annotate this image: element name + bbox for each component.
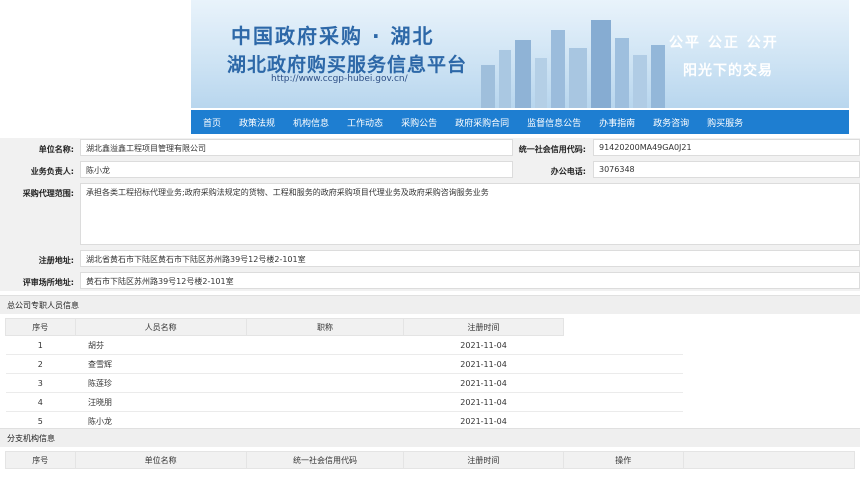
- banner-slogan-line1: 公平 公正 公开: [669, 35, 779, 51]
- branches-table: 序号 单位名称 统一社会信用代码 注册时间 操作: [5, 451, 856, 469]
- table-row: 2 查雪辉 2021-11-04: [5, 354, 683, 374]
- row-no: 3: [5, 373, 76, 393]
- col-header-no: 序号: [5, 451, 76, 469]
- nav-item-policy[interactable]: 政策法规: [230, 116, 284, 129]
- row-date: 2021-11-04: [403, 354, 564, 374]
- row-date: 2021-11-04: [403, 335, 564, 355]
- col-header-date: 注册时间: [403, 318, 564, 336]
- staff-section-header: 总公司专职人员信息: [0, 295, 860, 314]
- venue-field: 黄石市下陆区苏州路39号12号楼2-101室: [80, 272, 860, 289]
- row-date: 2021-11-04: [403, 392, 564, 412]
- nav-item-contracts[interactable]: 政府采购合同: [446, 116, 518, 129]
- venue-label: 评审场所地址:: [22, 278, 74, 287]
- nav-item-guide[interactable]: 办事指南: [590, 116, 644, 129]
- nav-item-consult[interactable]: 政务咨询: [644, 116, 698, 129]
- nav-item-supervision[interactable]: 监督信息公告: [518, 116, 590, 129]
- scope-field: 承担各类工程招标代理业务;政府采购法规定的货物、工程和服务的政府采购项目代理业务…: [80, 183, 860, 245]
- main-nav: 首页 政策法规 机构信息 工作动态 采购公告 政府采购合同 监督信息公告 办事指…: [191, 110, 849, 134]
- col-header-name: 人员名称: [74, 318, 247, 336]
- nav-item-services[interactable]: 购买服务: [698, 116, 752, 129]
- row-name: 汪晓朋: [75, 392, 247, 412]
- row-no: 1: [5, 335, 76, 355]
- phone-label: 办公电话:: [550, 167, 586, 176]
- staff-table: 序号 人员名称 职称 注册时间 1 胡芬 2021-11-04 2 查雪辉 20…: [5, 318, 683, 431]
- banner-title-line2: 湖北政府购买服务信息平台: [227, 54, 468, 76]
- reg-address-field: 湖北省黄石市下陆区黄石市下陆区苏州路39号12号楼2-101室: [80, 250, 860, 267]
- nav-item-news[interactable]: 工作动态: [338, 116, 392, 129]
- nav-item-home[interactable]: 首页: [191, 116, 230, 129]
- col-header-title: 职称: [245, 318, 405, 336]
- row-name: 陈莲珍: [75, 373, 247, 393]
- phone-field: 3076348: [593, 161, 860, 178]
- row-no: 4: [5, 392, 76, 412]
- table-row: 3 陈莲珍 2021-11-04: [5, 373, 683, 393]
- banner-slogan-line2: 阳光下的交易: [683, 63, 773, 79]
- credit-code-label: 统一社会信用代码:: [518, 145, 586, 154]
- col-header-reg-date: 注册时间: [403, 451, 564, 469]
- manager-field: 陈小龙: [80, 161, 513, 178]
- row-title: [246, 373, 404, 393]
- unit-name-field: 湖北鑫溢鑫工程项目管理有限公司: [80, 139, 513, 156]
- row-title: [246, 335, 404, 355]
- city-skyline-illustration: [481, 20, 665, 108]
- nav-item-agencies[interactable]: 机构信息: [284, 116, 338, 129]
- unit-name-label: 单位名称:: [38, 145, 74, 154]
- col-header-credit-code: 统一社会信用代码: [245, 451, 405, 469]
- branches-section-header: 分支机构信息: [0, 428, 860, 447]
- scope-label: 采购代理范围:: [22, 189, 74, 198]
- row-name: 查雪辉: [75, 354, 247, 374]
- row-date: 2021-11-04: [403, 373, 564, 393]
- col-header-no: 序号: [5, 318, 76, 336]
- table-row: 4 汪晓朋 2021-11-04: [5, 392, 683, 412]
- col-header-action: 操作: [562, 451, 684, 469]
- row-title: [246, 354, 404, 374]
- branches-section-title: 分支机构信息: [7, 434, 55, 443]
- banner-title-line1: 中国政府采购 · 湖北: [231, 24, 435, 48]
- credit-code-field: 91420200MA49GA0J21: [593, 139, 860, 156]
- row-name: 胡芬: [75, 335, 247, 355]
- manager-label: 业务负责人:: [30, 167, 74, 176]
- row-no: 2: [5, 354, 76, 374]
- col-header-unit-name: 单位名称: [74, 451, 247, 469]
- nav-item-announcements[interactable]: 采购公告: [392, 116, 446, 129]
- banner-url: http://www.ccgp-hubei.gov.cn/: [271, 74, 408, 84]
- site-banner: 中国政府采购 · 湖北 湖北政府购买服务信息平台 http://www.ccgp…: [191, 0, 849, 108]
- row-title: [246, 392, 404, 412]
- reg-address-label: 注册地址:: [38, 256, 74, 265]
- table-row: 1 胡芬 2021-11-04: [5, 335, 683, 355]
- staff-section-title: 总公司专职人员信息: [7, 301, 79, 310]
